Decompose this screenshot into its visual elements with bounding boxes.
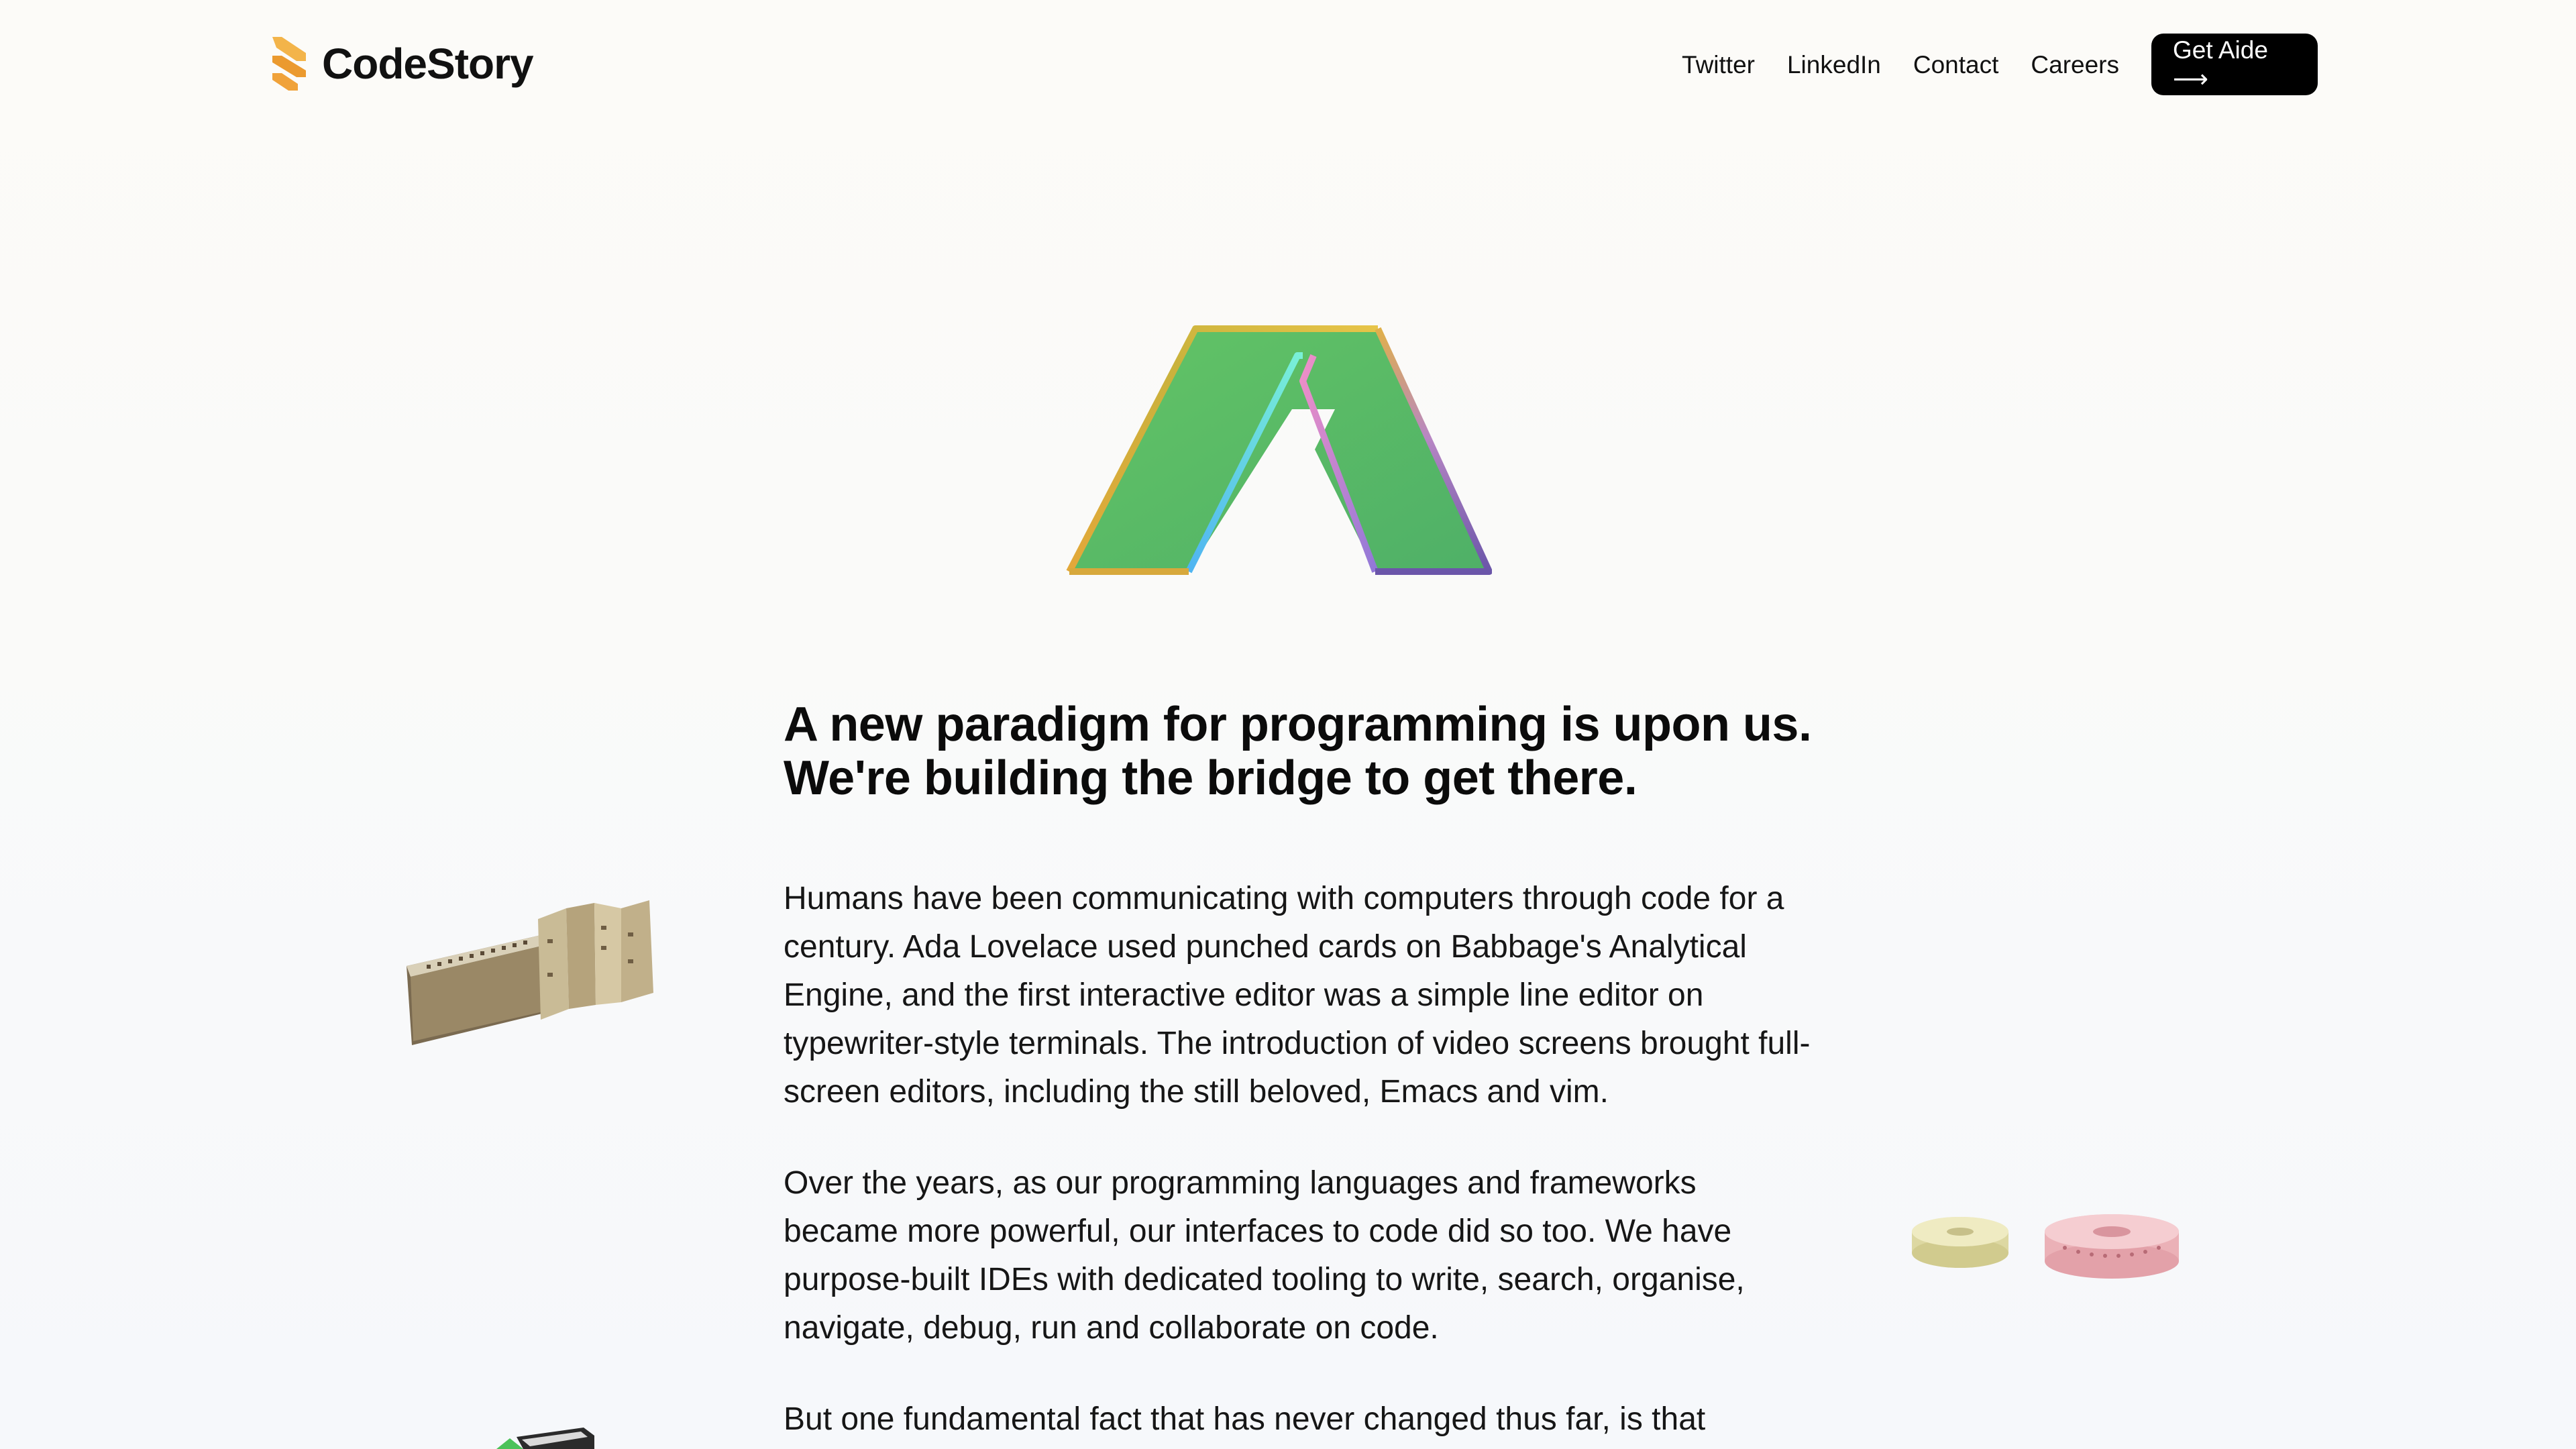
punched-tape-rolls-image [1912,1214,2179,1279]
nav-contact[interactable]: Contact [1913,52,1999,77]
page-headline: A new paradigm for programming is upon u… [784,698,1817,805]
nav-twitter[interactable]: Twitter [1682,52,1755,77]
brand-link[interactable]: CodeStory [268,34,534,94]
nav-careers[interactable]: Careers [2031,52,2119,77]
headline-line-2: We're building the bridge to get there. [784,751,1638,805]
article: A new paradigm for programming is upon u… [784,698,1817,1444]
brand-name: CodeStory [322,40,534,88]
codestory-logo-icon [272,37,306,91]
aide-logo-icon [1066,325,1492,575]
article-paragraph-2: Over the years, as our programming langu… [784,1165,1745,1346]
headline-line-1: A new paradigm for programming is upon u… [784,698,1812,751]
site-header: CodeStory Twitter LinkedIn Contact Caree… [0,0,2576,127]
get-aide-button[interactable]: Get Aide ⟶ [2151,34,2318,95]
nav-linkedin[interactable]: LinkedIn [1787,52,1881,77]
top-nav: Twitter LinkedIn Contact Careers Get Aid… [1682,34,2318,95]
punched-cards-image [407,900,653,1045]
article-paragraph-1: Humans have been communicating with comp… [784,881,1811,1110]
article-paragraph-3: But one fundamental fact that has never … [784,1401,1706,1437]
keyboard-device-image [496,1428,594,1449]
